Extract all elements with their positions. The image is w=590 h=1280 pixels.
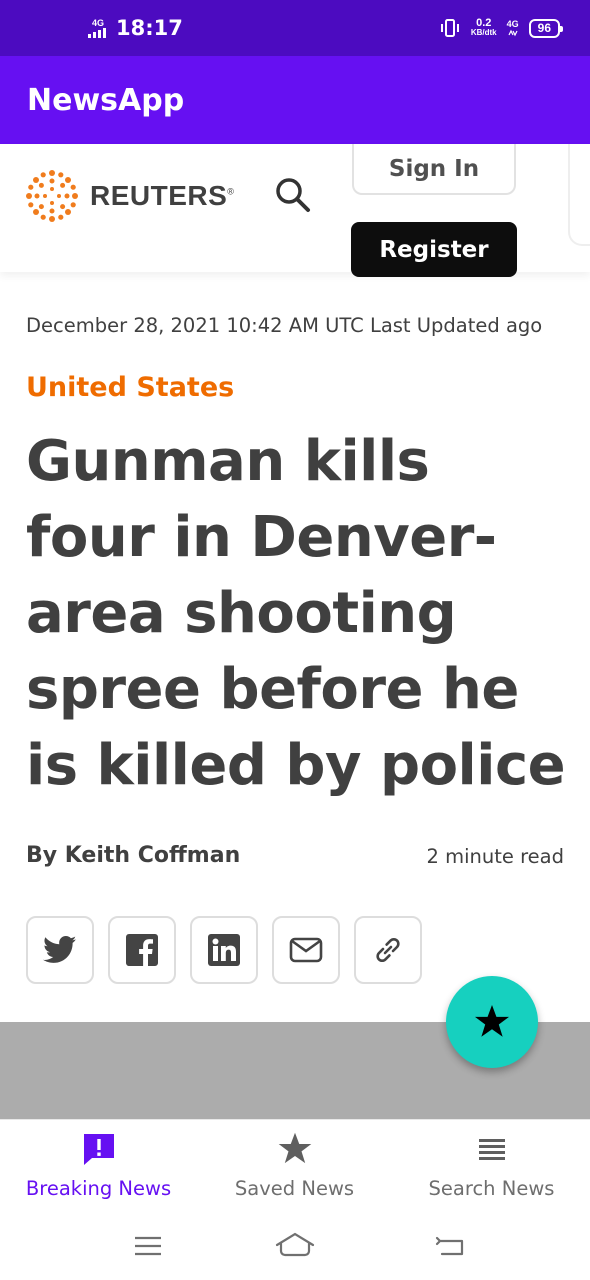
star-icon [278,1132,311,1164]
logo-text: REUTERS® [90,180,235,211]
network-speed: 0.2 KB/dtk [470,17,497,38]
status-left: 4G 18:17 [88,16,183,40]
article-headline: Gunman kills four in Denver-area shootin… [26,429,566,798]
nav-label-breaking-news: Breaking News [25,1177,172,1200]
share-linkedin-button[interactable] [190,916,258,984]
status-bar: 4G 18:17 0.2 KB/dtk 4G 96 [0,0,590,56]
alert-icon [83,1134,114,1165]
menu-icon[interactable] [134,1235,162,1257]
bottom-navigation: Breaking News Saved News Search News [0,1119,590,1219]
vibrate-icon [440,19,459,37]
share-facebook-button[interactable] [108,916,176,984]
network-type-right: 4G [506,18,519,29]
battery-icon: 96 [528,18,564,38]
nav-saved-news[interactable]: Saved News [196,1132,393,1200]
link-icon [376,937,400,963]
article-date: December 28, 2021 10:42 AM UTC Last Upda… [26,314,543,337]
copy-link-button[interactable] [354,916,422,984]
email-icon [289,937,323,963]
side-panel[interactable] [568,144,590,246]
reuters-logo[interactable]: REUTERS® [24,168,234,224]
home-icon[interactable] [275,1231,315,1259]
system-navigation-bar [0,1219,590,1280]
list-icon [478,1139,505,1160]
share-email-button[interactable] [272,916,340,984]
reuters-logo-mark-icon [26,170,78,222]
article-category[interactable]: United States [26,372,234,403]
star-icon [475,1005,509,1037]
article-author[interactable]: By Keith Coffman [26,843,240,868]
facebook-icon [126,934,158,967]
nav-label-search-news: Search News [428,1177,555,1200]
linkedin-icon [208,934,240,966]
app-bar: NewsApp [0,56,590,144]
network-type-left: 4G [91,17,104,28]
save-article-fab[interactable] [446,976,538,1068]
nav-label-saved-news: Saved News [234,1177,355,1200]
sign-in-button[interactable]: Sign In [352,144,516,195]
share-twitter-button[interactable] [26,916,94,984]
nav-search-news[interactable]: Search News [393,1132,590,1200]
battery-level: 96 [537,21,551,35]
read-time: 2 minute read [426,845,565,868]
speed-unit: KB/dtk [470,28,497,37]
app-title: NewsApp [27,83,185,118]
data-icon: 4G [506,18,519,37]
clock: 18:17 [116,16,183,40]
back-icon[interactable] [434,1233,466,1257]
nav-breaking-news[interactable]: Breaking News [0,1132,197,1200]
register-button[interactable]: Register [351,222,517,277]
status-right: 0.2 KB/dtk 4G 96 [439,17,564,38]
twitter-icon [43,936,77,963]
search-icon [276,178,310,212]
signal-icon: 4G [88,17,108,38]
search-button[interactable] [274,176,312,214]
speed-value: 0.2 [476,17,492,29]
